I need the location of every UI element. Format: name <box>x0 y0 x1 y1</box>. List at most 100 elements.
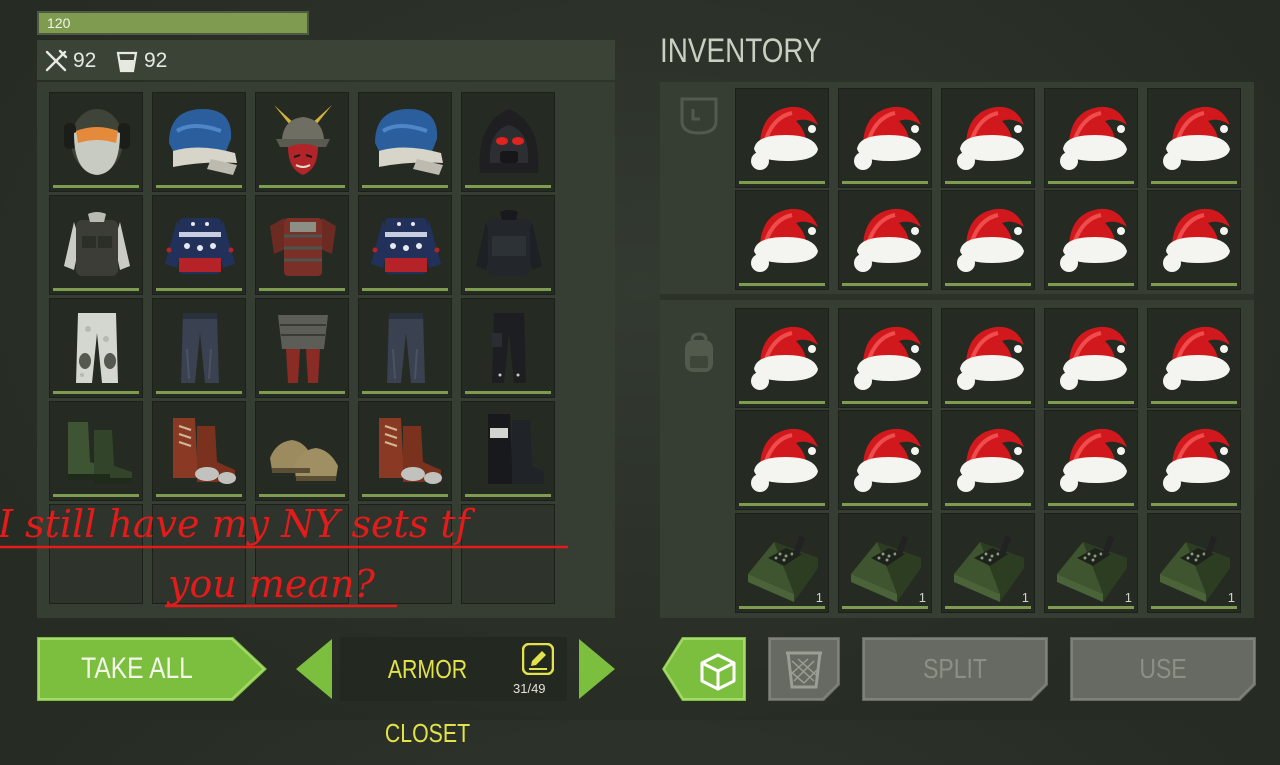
closet-slot[interactable] <box>49 401 143 501</box>
empty-slot[interactable] <box>152 504 246 604</box>
black-tactical-boots-icon <box>488 414 544 484</box>
durability-bar <box>259 494 345 497</box>
inventory-slot[interactable] <box>838 308 932 408</box>
inventory-slot[interactable] <box>941 88 1035 188</box>
closet-slot[interactable] <box>461 195 555 295</box>
durability-bar <box>739 283 825 286</box>
split-label: SPLIT <box>923 653 987 684</box>
rename-pencil-icon[interactable] <box>522 643 554 675</box>
inventory-slot[interactable]: 1 <box>735 513 829 613</box>
inventory-slot[interactable] <box>941 410 1035 510</box>
closet-slot[interactable] <box>49 195 143 295</box>
inventory-slot[interactable] <box>1044 410 1138 510</box>
durability-bar <box>1048 606 1134 609</box>
empty-slot[interactable] <box>461 504 555 604</box>
inventory-slot[interactable]: 1 <box>1147 513 1241 613</box>
santa-hat-icon <box>1163 428 1230 492</box>
inventory-slot[interactable] <box>1044 190 1138 290</box>
use-button[interactable]: USE <box>1070 637 1256 701</box>
durability-bar <box>1048 181 1134 184</box>
closet-slot[interactable] <box>255 92 349 192</box>
closet-slot[interactable] <box>358 92 452 192</box>
inventory-title: INVENTORY <box>660 32 822 70</box>
santa-hat-icon <box>1060 326 1127 390</box>
inventory-slot[interactable] <box>735 308 829 408</box>
samurai-armor-icon <box>270 218 336 276</box>
inventory-slot[interactable] <box>1044 88 1138 188</box>
container-selector: ARMOR CLOSET 31/49 <box>340 637 567 748</box>
inventory-slot[interactable] <box>735 88 829 188</box>
brown-boots-icon <box>379 418 442 484</box>
durability-bar <box>739 401 825 404</box>
durability-bar <box>156 288 242 291</box>
closet-slot[interactable] <box>49 298 143 398</box>
inventory-slot[interactable] <box>838 190 932 290</box>
open-box-button[interactable] <box>662 637 746 701</box>
closet-slot[interactable] <box>461 401 555 501</box>
inventory-slot[interactable] <box>1147 410 1241 510</box>
use-label: USE <box>1139 653 1187 684</box>
closet-slot[interactable] <box>461 298 555 398</box>
radio-device-icon <box>954 535 1024 602</box>
closet-slot[interactable] <box>152 92 246 192</box>
dark-jeans-icon <box>181 313 219 383</box>
inventory-slot[interactable] <box>1147 190 1241 290</box>
blue-ushanka-hat-icon <box>375 109 443 175</box>
inventory-slot[interactable] <box>735 410 829 510</box>
durability-bar <box>945 181 1031 184</box>
inventory-slot[interactable] <box>941 308 1035 408</box>
previous-container-button[interactable] <box>294 637 334 701</box>
inventory-slot[interactable] <box>735 190 829 290</box>
inventory-slot[interactable] <box>941 190 1035 290</box>
inventory-slot[interactable] <box>1147 88 1241 188</box>
radio-device-icon <box>1057 535 1127 602</box>
inventory-slot[interactable]: 1 <box>838 513 932 613</box>
inventory-slot[interactable] <box>838 410 932 510</box>
santa-hat-icon <box>854 208 921 272</box>
empty-slot[interactable] <box>358 504 452 604</box>
empty-slot[interactable] <box>255 504 349 604</box>
take-all-button[interactable]: TAKE ALL <box>37 637 267 701</box>
santa-hat-icon <box>957 428 1024 492</box>
black-tactical-pants-icon <box>492 313 526 383</box>
closet-slot[interactable] <box>255 298 349 398</box>
armored-vest-jacket-icon <box>64 212 130 276</box>
split-button[interactable]: SPLIT <box>862 637 1048 701</box>
durability-bar <box>1151 503 1237 506</box>
item-count: 1 <box>815 590 823 605</box>
food-stat: 92 <box>43 48 96 74</box>
closet-slot[interactable] <box>152 195 246 295</box>
inventory-slot[interactable]: 1 <box>1044 513 1138 613</box>
santa-hat-icon <box>751 326 818 390</box>
empty-slot[interactable] <box>49 504 143 604</box>
durability-bar <box>53 185 139 188</box>
closet-slot[interactable] <box>358 298 452 398</box>
inventory-slot[interactable]: 1 <box>941 513 1035 613</box>
trash-button[interactable] <box>768 637 840 701</box>
closet-slot[interactable] <box>152 298 246 398</box>
closet-slot[interactable] <box>461 92 555 192</box>
durability-bar <box>53 391 139 394</box>
closet-slot[interactable] <box>152 401 246 501</box>
inventory-slot[interactable] <box>838 88 932 188</box>
durability-bar <box>362 288 448 291</box>
durability-bar <box>156 391 242 394</box>
inventory-slot[interactable] <box>1147 308 1241 408</box>
closet-slot[interactable] <box>358 401 452 501</box>
durability-bar <box>259 288 345 291</box>
durability-bar <box>945 401 1031 404</box>
santa-hat-icon <box>854 326 921 390</box>
closet-slot[interactable] <box>255 195 349 295</box>
durability-bar <box>465 494 551 497</box>
samurai-sandals-icon <box>270 440 338 481</box>
water-stat: 92 <box>114 48 167 74</box>
santa-hat-icon <box>751 208 818 272</box>
pocket-icon <box>680 97 718 135</box>
inventory-slot[interactable] <box>1044 308 1138 408</box>
closet-slot[interactable] <box>255 401 349 501</box>
closet-slot[interactable] <box>49 92 143 192</box>
durability-bar <box>259 391 345 394</box>
next-container-button[interactable] <box>577 637 617 701</box>
closet-slot[interactable] <box>358 195 452 295</box>
durability-bar <box>842 401 928 404</box>
